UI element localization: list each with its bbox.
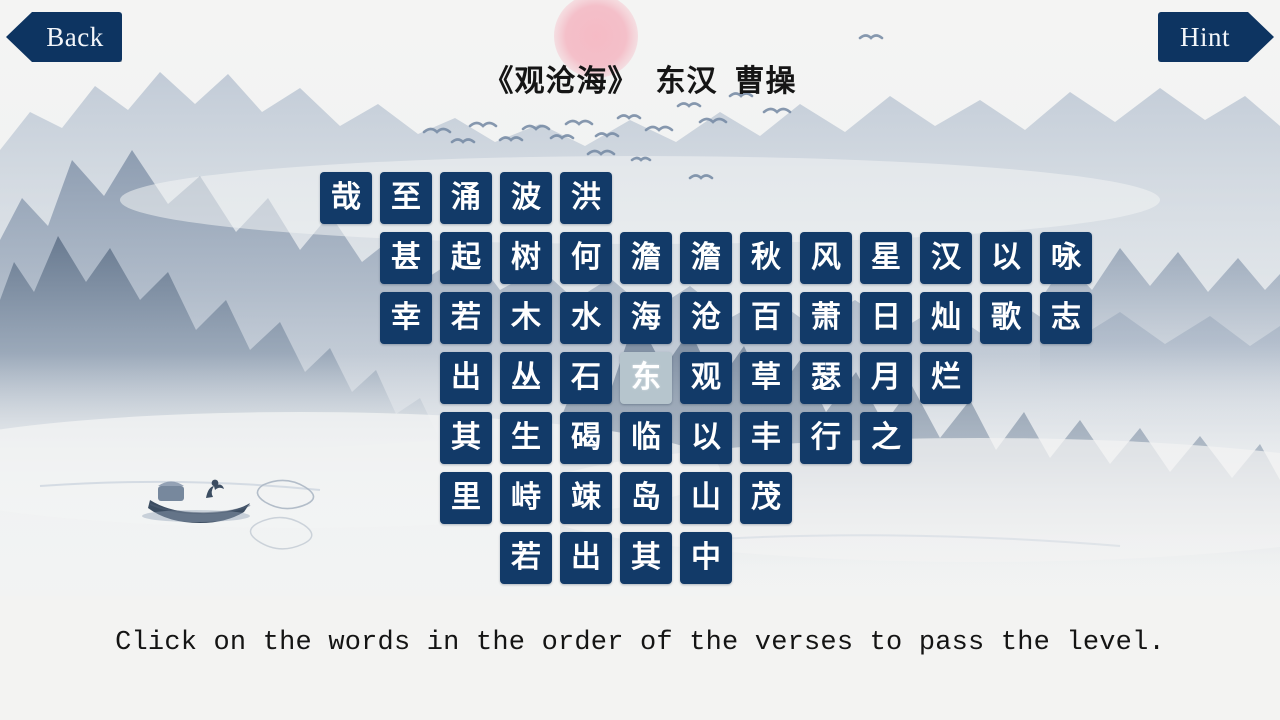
character-tile[interactable]: 临 xyxy=(620,412,672,464)
grid-spacer xyxy=(380,352,432,404)
character-tile[interactable]: 澹 xyxy=(680,232,732,284)
grid-spacer xyxy=(380,532,432,584)
character-tile[interactable]: 星 xyxy=(860,232,912,284)
character-tile[interactable]: 歌 xyxy=(980,292,1032,344)
character-tile[interactable]: 峙 xyxy=(500,472,552,524)
character-tile[interactable]: 中 xyxy=(680,532,732,584)
character-tile[interactable]: 之 xyxy=(860,412,912,464)
tile-row: 哉至涌波洪 xyxy=(320,172,1120,232)
character-tile[interactable]: 日 xyxy=(860,292,912,344)
grid-spacer xyxy=(320,472,372,524)
character-tile[interactable]: 竦 xyxy=(560,472,612,524)
character-tile[interactable]: 澹 xyxy=(620,232,672,284)
character-tile[interactable]: 百 xyxy=(740,292,792,344)
character-tile[interactable]: 生 xyxy=(500,412,552,464)
character-tile[interactable]: 以 xyxy=(680,412,732,464)
character-tile[interactable]: 石 xyxy=(560,352,612,404)
tile-row: 若出其中 xyxy=(320,532,1120,592)
character-tile[interactable]: 岛 xyxy=(620,472,672,524)
character-tile[interactable]: 出 xyxy=(440,352,492,404)
page-title: 《观沧海》 东汉 曹操 xyxy=(483,65,797,98)
character-tile[interactable]: 涌 xyxy=(440,172,492,224)
character-tile[interactable]: 里 xyxy=(440,472,492,524)
grid-spacer xyxy=(320,412,372,464)
character-tile[interactable]: 水 xyxy=(560,292,612,344)
character-tile[interactable]: 若 xyxy=(440,292,492,344)
character-tile[interactable]: 甚 xyxy=(380,232,432,284)
character-tile[interactable]: 咏 xyxy=(1040,232,1092,284)
grid-spacer xyxy=(320,292,372,344)
character-tile[interactable]: 秋 xyxy=(740,232,792,284)
character-tile[interactable]: 至 xyxy=(380,172,432,224)
character-tile[interactable]: 灿 xyxy=(920,292,972,344)
character-tile[interactable]: 碣 xyxy=(560,412,612,464)
character-tile[interactable]: 幸 xyxy=(380,292,432,344)
grid-spacer xyxy=(380,472,432,524)
character-tile[interactable]: 木 xyxy=(500,292,552,344)
character-tile[interactable]: 哉 xyxy=(320,172,372,224)
character-tile[interactable]: 月 xyxy=(860,352,912,404)
tile-row: 出丛石东观草瑟月烂 xyxy=(320,352,1120,412)
character-tile[interactable]: 其 xyxy=(440,412,492,464)
character-tile[interactable]: 东 xyxy=(620,352,672,404)
character-tile[interactable]: 起 xyxy=(440,232,492,284)
grid-spacer xyxy=(320,532,372,584)
character-tile[interactable]: 丛 xyxy=(500,352,552,404)
character-tile[interactable]: 丰 xyxy=(740,412,792,464)
tile-row: 其生碣临以丰行之 xyxy=(320,412,1120,472)
character-tile[interactable]: 洪 xyxy=(560,172,612,224)
character-tile[interactable]: 瑟 xyxy=(800,352,852,404)
grid-spacer xyxy=(380,412,432,464)
character-tile[interactable]: 风 xyxy=(800,232,852,284)
back-button-label: Back xyxy=(46,21,104,52)
tile-row: 里峙竦岛山茂 xyxy=(320,472,1120,532)
character-tile[interactable]: 波 xyxy=(500,172,552,224)
character-tile[interactable]: 汉 xyxy=(920,232,972,284)
character-tile[interactable]: 沧 xyxy=(680,292,732,344)
character-tile[interactable]: 草 xyxy=(740,352,792,404)
character-tile[interactable]: 树 xyxy=(500,232,552,284)
character-tile-grid: 哉至涌波洪甚起树何澹澹秋风星汉以咏幸若木水海沧百萧日灿歌志出丛石东观草瑟月烂其生… xyxy=(320,172,1120,592)
character-tile[interactable]: 何 xyxy=(560,232,612,284)
grid-spacer xyxy=(320,232,372,284)
character-tile[interactable]: 若 xyxy=(500,532,552,584)
hint-button-label: Hint xyxy=(1179,21,1230,52)
grid-spacer xyxy=(440,532,492,584)
instruction-text: Click on the words in the order of the v… xyxy=(115,628,1165,658)
character-tile[interactable]: 其 xyxy=(620,532,672,584)
character-tile[interactable]: 山 xyxy=(680,472,732,524)
character-tile[interactable]: 以 xyxy=(980,232,1032,284)
character-tile[interactable]: 茂 xyxy=(740,472,792,524)
character-tile[interactable]: 行 xyxy=(800,412,852,464)
tile-row: 幸若木水海沧百萧日灿歌志 xyxy=(320,292,1120,352)
grid-spacer xyxy=(320,352,372,404)
tile-row: 甚起树何澹澹秋风星汉以咏 xyxy=(320,232,1120,292)
character-tile[interactable]: 出 xyxy=(560,532,612,584)
character-tile[interactable]: 观 xyxy=(680,352,732,404)
character-tile[interactable]: 萧 xyxy=(800,292,852,344)
character-tile[interactable]: 烂 xyxy=(920,352,972,404)
character-tile[interactable]: 志 xyxy=(1040,292,1092,344)
character-tile[interactable]: 海 xyxy=(620,292,672,344)
